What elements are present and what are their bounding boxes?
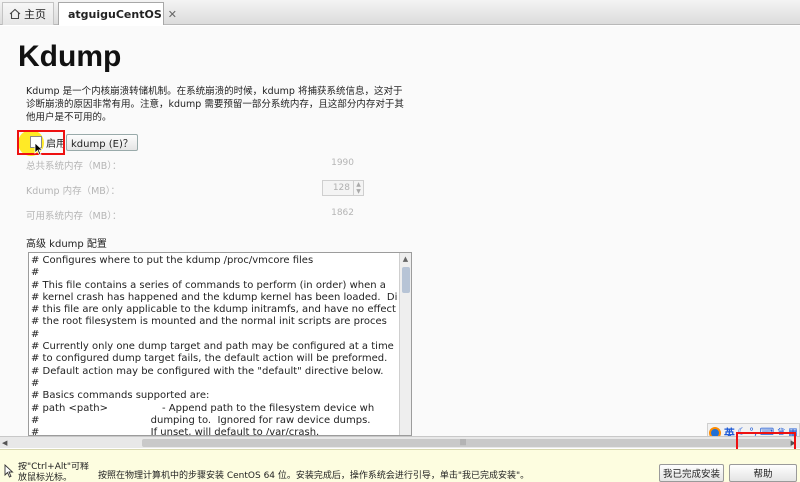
config-line: # Configures where to put the kdump /pro… — [31, 255, 314, 266]
advanced-config-label: 高级 kdump 配置 — [26, 239, 107, 250]
kdump-description: Kdump 是一个内核崩溃转储机制。在系统崩溃的时候，kdump 将捕获系统信息… — [26, 86, 404, 123]
config-line: # Currently only one dump target and pat… — [31, 341, 394, 353]
config-line: # — [31, 328, 40, 340]
config-line: # kernel crash has happened and the kdum… — [31, 291, 398, 303]
tab-home[interactable]: 主页 — [2, 2, 54, 25]
installer-main: Kdump Kdump 是一个内核崩溃转储机制。在系统崩溃的时候，kdump 将… — [0, 26, 800, 442]
config-line: # Basics commands supported are: — [31, 390, 210, 402]
scroll-grip-icon: ||| — [460, 439, 467, 446]
config-line: # path <path> - Append path to the files… — [31, 402, 375, 414]
stepper-down-icon[interactable]: ▼ — [354, 188, 363, 195]
horizontal-scrollbar[interactable]: ◀ ||| ▶ — [0, 436, 800, 448]
tab-vm[interactable]: atguiguCentOS ✕ — [58, 2, 177, 25]
stepper-up-icon[interactable]: ▲ — [354, 181, 363, 188]
horizontal-scroll-thumb[interactable] — [142, 439, 792, 447]
close-tab-icon[interactable]: ✕ — [168, 8, 177, 21]
config-line: # If unset, will default to /var/crash. — [31, 427, 320, 436]
vm-hint-bar: 按"Ctrl+Alt"可释放鼠标光标。 按照在物理计算机中的步骤安装 CentO… — [0, 449, 800, 482]
config-line: # — [31, 267, 40, 279]
textarea-scrollbar[interactable]: ▲ — [399, 253, 411, 435]
config-line: # Default action may be configured with … — [31, 365, 384, 377]
release-cursor-hint: 按"Ctrl+Alt"可释放鼠标光标。 — [18, 462, 90, 482]
textarea-scroll-thumb[interactable] — [402, 267, 410, 293]
usable-memory-label: 可用系统内存（MB）： — [26, 211, 122, 222]
config-text[interactable]: # Configures where to put the kdump /pro… — [31, 255, 399, 436]
kdump-toggle-button[interactable]: kdump (E)？ — [66, 134, 138, 151]
kdump-memory-stepper[interactable]: 128 ▲ ▼ — [322, 180, 364, 196]
config-line: # this file are only applicable to the k… — [31, 304, 396, 316]
tab-home-label: 主页 — [24, 8, 46, 21]
advanced-config-textarea[interactable]: # Configures where to put the kdump /pro… — [28, 252, 412, 436]
config-line: # — [31, 377, 40, 389]
tab-bar: 主页 atguiguCentOS ✕ — [0, 0, 800, 25]
page-title: Kdump — [18, 40, 122, 73]
total-memory-value: 1990 — [331, 158, 354, 168]
config-line: # to configured dump target fails, the d… — [31, 353, 388, 365]
usable-memory-value: 1862 — [331, 208, 354, 218]
scroll-left-icon[interactable]: ◀ — [2, 437, 7, 449]
config-line: # the root filesystem is mounted and the… — [31, 316, 387, 328]
home-icon — [9, 8, 21, 20]
mouse-pointer-icon — [34, 142, 44, 156]
config-line: # dumping to. Ignored for raw device dum… — [31, 414, 371, 426]
total-memory-label: 总共系统内存（MB）： — [26, 161, 122, 172]
tab-vm-label: atguiguCentOS — [68, 7, 162, 21]
kdump-memory-value: 128 — [332, 183, 350, 193]
cursor-hint-icon — [4, 464, 14, 478]
config-line: # This file contains a series of command… — [31, 279, 386, 291]
install-instructions: 按照在物理计算机中的步骤安装 CentOS 64 位。安装完成后，操作系统会进行… — [98, 471, 530, 481]
kdump-memory-label: Kdump 内存（MB）： — [26, 186, 121, 197]
finished-install-button[interactable]: 我已完成安装 — [659, 464, 724, 482]
help-button[interactable]: 帮助 — [729, 464, 797, 482]
scroll-up-icon[interactable]: ▲ — [400, 253, 411, 265]
